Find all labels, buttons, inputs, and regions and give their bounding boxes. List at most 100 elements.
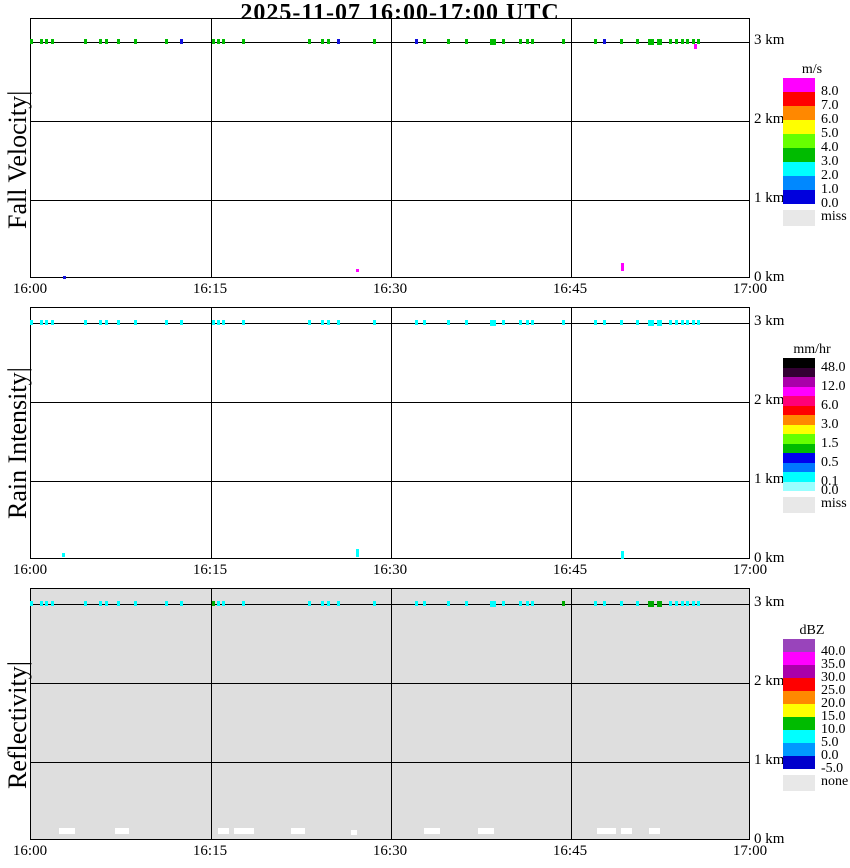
data-tick [593,601,597,606]
data-tick [446,39,450,44]
colorbar-value-label: 6.0 [821,397,839,413]
km-axis-label: 3 km [754,594,785,610]
data-tick [307,39,311,44]
data-tick [490,601,496,607]
data-tick [98,320,102,325]
data-blob [291,828,305,834]
data-tick [593,39,597,44]
data-tick [40,601,44,606]
vertical-gridline [571,589,572,839]
colorbar-missing-swatch [783,497,815,513]
vertical-gridline [391,308,392,558]
data-tick [320,320,324,325]
data-tick [531,320,535,325]
colorbar-band [783,691,815,704]
data-tick [372,320,376,325]
data-tick [635,320,639,325]
data-tick [98,39,102,44]
time-axis-label: 16:45 [552,281,588,297]
data-tick [164,601,168,606]
data-tick [133,601,137,606]
data-tick [680,39,684,44]
data-speck [355,549,359,557]
data-tick [211,320,215,325]
km-gridline [31,762,749,763]
data-tick [336,39,340,44]
data-speck [63,276,67,279]
time-axis-label: 16:00 [12,281,48,297]
colorbar-band [783,730,815,743]
km-gridline [31,604,749,605]
data-tick [414,320,418,325]
data-tick [221,601,225,606]
km-axis-label: 2 km [754,392,785,408]
data-tick [526,320,530,325]
km-gridline [31,121,749,122]
radar-timeheight-page: 2025-11-07 16:00-17:00 UTC 3 km 2 km 1 km 0… [0,0,850,868]
data-tick [602,320,606,325]
data-tick [45,601,49,606]
data-tick [372,39,376,44]
data-blob [621,828,632,834]
colorbar-band [783,106,815,120]
data-blob [351,830,357,835]
time-axis-label: 16:45 [552,562,588,578]
colorbar-missing-swatch [783,775,815,791]
data-tick [221,39,225,44]
time-axis-label: 16:15 [192,843,228,859]
data-tick [648,39,655,45]
colorbar-band [783,377,815,387]
vertical-gridline [571,19,572,277]
data-tick [83,320,87,325]
data-tick [648,601,655,607]
data-tick [422,601,426,606]
data-tick [98,601,102,606]
data-tick [326,320,330,325]
data-tick [490,320,496,326]
data-tick [133,320,137,325]
colorbar-band [783,462,815,472]
colorbar-missing-label: none [821,774,849,789]
colorbar-band [783,678,815,691]
data-tick [241,601,245,606]
time-axis-label: 16:30 [372,562,408,578]
data-tick [635,39,639,44]
data-tick [602,601,606,606]
data-tick [502,39,506,44]
data-tick [562,320,566,325]
colorbar-band [783,424,815,434]
data-tick [29,320,33,325]
time-axis-label: 17:00 [732,281,768,297]
data-tick [657,39,663,45]
data-tick [519,320,523,325]
data-tick [105,601,109,606]
colorbar-band [783,453,815,463]
plot-panel-reflectivity [29,588,750,840]
data-tick [464,39,468,44]
vertical-gridline [211,19,212,277]
data-tick [326,39,330,44]
data-tick [40,39,44,44]
data-tick [562,601,566,606]
data-tick [657,601,663,607]
data-tick [117,601,121,606]
data-tick [414,39,418,44]
colorbar-band [783,481,815,491]
y-axis-title-reflectivity: Reflectivity| [3,660,32,789]
data-tick [164,320,168,325]
colorbar-band [783,358,815,368]
km-gridline [31,200,749,201]
colorbar-band [783,717,815,730]
data-blob [234,828,254,834]
data-tick [668,320,672,325]
vertical-gridline [211,308,212,558]
vertical-gridline [391,19,392,277]
colorbar-title-rain-intensity: mm/hr [793,342,831,357]
km-gridline [31,42,749,43]
km-axis-label: 2 km [754,111,785,127]
y-axis-title-rain-intensity: Rain Intensity| [3,367,32,520]
colorbar-band [783,434,815,444]
km-gridline [31,481,749,482]
km-axis-label: 3 km [754,32,785,48]
data-tick [179,39,183,44]
